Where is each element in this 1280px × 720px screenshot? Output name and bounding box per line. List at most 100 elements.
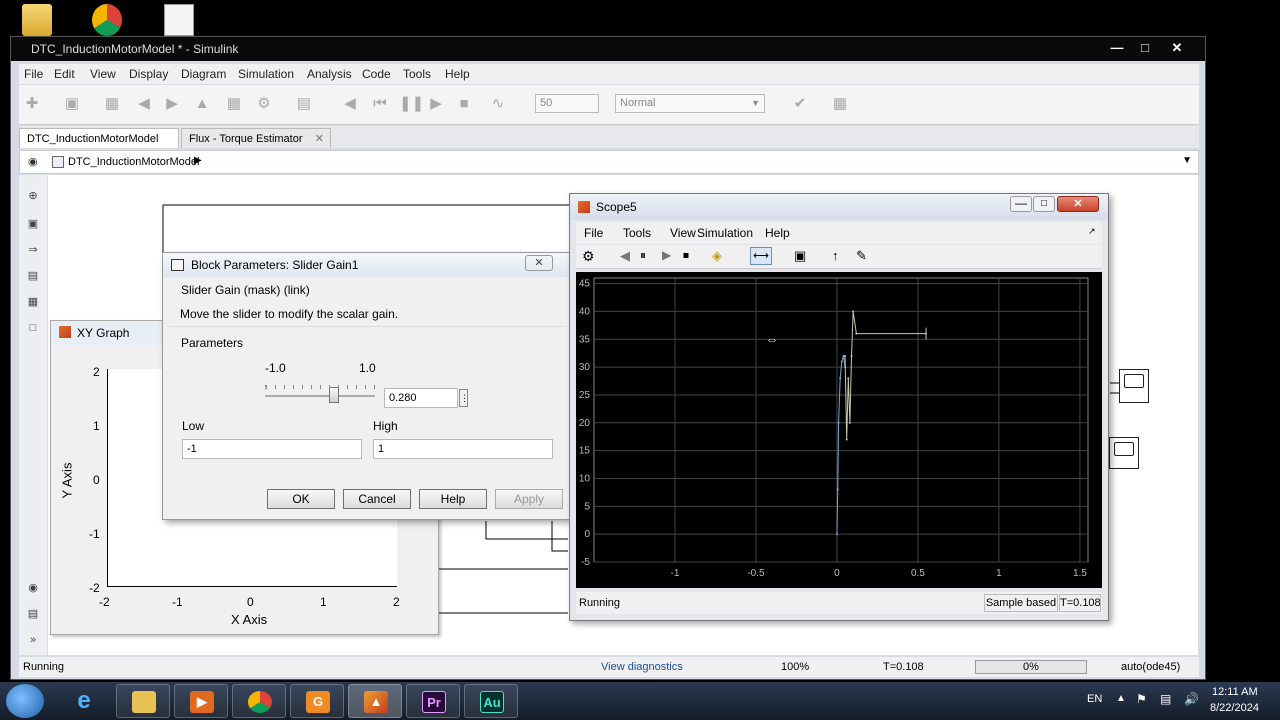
breadcrumb-label[interactable]: DTC_InductionMotorModel xyxy=(68,156,199,168)
save-icon[interactable]: ▦ xyxy=(103,95,121,113)
more-options-icon[interactable]: ⋮ xyxy=(459,389,469,407)
close-tab-icon[interactable]: ✕ xyxy=(315,129,324,149)
scope-menu-view[interactable]: View xyxy=(670,226,696,240)
desktop-chrome-icon[interactable] xyxy=(92,4,122,36)
menu-edit[interactable]: Edit xyxy=(54,67,75,81)
undock-icon[interactable]: ↗ xyxy=(1088,226,1096,237)
expand-icon[interactable]: » xyxy=(25,633,41,647)
menu-tools[interactable]: Tools xyxy=(403,67,431,81)
up-arrow-icon[interactable]: ▲ xyxy=(193,95,211,113)
apply-button[interactable]: Apply xyxy=(495,489,563,509)
stop-time-input[interactable]: 50 xyxy=(535,94,599,113)
image-icon[interactable]: ▦ xyxy=(25,295,41,309)
desktop-folder-icon[interactable] xyxy=(22,4,52,36)
simulation-mode-select[interactable]: Normal ▼ xyxy=(615,94,765,113)
tab-dtc-model[interactable]: DTC_InductionMotorModel xyxy=(19,128,179,148)
view-diagnostics-link[interactable]: View diagnostics xyxy=(601,657,683,677)
build-icon[interactable]: ▦ xyxy=(831,95,849,113)
gear-icon[interactable]: ⚙ xyxy=(255,95,273,113)
new-model-icon[interactable]: ✚ xyxy=(23,95,41,113)
scope-menu-tools[interactable]: Tools xyxy=(623,226,651,240)
scope-block[interactable] xyxy=(1119,369,1149,403)
taskbar-premiere[interactable]: Pr xyxy=(406,684,460,718)
step-back-2-icon[interactable]: ⏮ xyxy=(371,95,389,113)
clock-time[interactable]: 12:11 AM xyxy=(1212,686,1258,698)
menu-diagram[interactable]: Diagram xyxy=(181,67,226,81)
annotation-icon[interactable]: ▤ xyxy=(25,269,41,283)
close-button[interactable]: ✕ xyxy=(1163,39,1191,57)
menu-help[interactable]: Help xyxy=(445,67,470,81)
close-icon[interactable]: ✕ xyxy=(525,255,553,271)
high-input[interactable]: 1 xyxy=(373,439,553,459)
start-button[interactable] xyxy=(6,684,44,718)
pause-icon[interactable]: ❚❚ xyxy=(399,95,424,113)
show-hidden-icons-icon[interactable]: ▲ xyxy=(1116,693,1126,704)
scope-maximize-button[interactable]: □ xyxy=(1033,196,1055,212)
stop-icon[interactable]: ⏹ xyxy=(683,248,689,263)
taskbar-matlab[interactable]: ▲ xyxy=(348,684,402,718)
scope-plot[interactable]: -1 -0.5 0 0.5 1 1.5 45 40 35 30 25 20 15 10 5 0 -5 ⇔ xyxy=(576,272,1102,588)
desktop-audio-file-icon[interactable] xyxy=(164,4,194,36)
arrows-icon[interactable]: ⇒ xyxy=(25,243,41,257)
cursor-measurements-icon[interactable]: ✎ xyxy=(856,248,867,264)
action-center-icon[interactable]: ⚑ xyxy=(1136,692,1147,706)
model-advisor-icon[interactable]: ✔ xyxy=(791,95,809,113)
menu-file[interactable]: File xyxy=(24,67,43,81)
scope-menu-help[interactable]: Help xyxy=(765,226,790,240)
taskbar-explorer[interactable] xyxy=(116,684,170,718)
gain-slider[interactable] xyxy=(265,383,375,403)
menu-view[interactable]: View xyxy=(90,67,116,81)
ok-button[interactable]: OK xyxy=(267,489,335,509)
taskbar-audition[interactable]: Au xyxy=(464,684,518,718)
slider-thumb[interactable] xyxy=(329,387,339,403)
highlight-icon[interactable]: ◈ xyxy=(712,248,722,264)
slider-value-input[interactable]: 0.280 xyxy=(384,388,458,408)
data-inspector-icon[interactable]: ∿ xyxy=(489,95,507,113)
low-input[interactable]: -1 xyxy=(182,439,362,459)
back-arrow-icon[interactable]: ◀ xyxy=(135,95,153,113)
step-forward-icon[interactable]: ▶ xyxy=(662,248,671,262)
language-indicator[interactable]: EN xyxy=(1087,693,1102,705)
cancel-button[interactable]: Cancel xyxy=(343,489,411,509)
network-icon[interactable]: ▤ xyxy=(1160,692,1171,706)
step-back-icon[interactable]: ◀ xyxy=(341,95,359,113)
ie-icon[interactable]: e xyxy=(70,688,98,714)
area-icon[interactable]: □ xyxy=(25,321,41,335)
zoom-icon[interactable]: ⊕ xyxy=(25,189,41,203)
clock-date[interactable]: 8/22/2024 xyxy=(1210,702,1259,714)
display-block[interactable] xyxy=(1109,437,1139,469)
pause-icon[interactable]: ⏸ xyxy=(640,248,646,263)
solver-name[interactable]: auto(ode45) xyxy=(1121,657,1180,677)
minimize-button[interactable]: — xyxy=(1103,39,1131,57)
model-explorer-icon[interactable]: ▤ xyxy=(295,95,313,113)
stop-icon[interactable]: ■ xyxy=(455,95,473,113)
menu-code[interactable]: Code xyxy=(362,67,391,81)
open-folder-icon[interactable]: ▣ xyxy=(63,95,81,113)
scope-close-button[interactable]: ✕ xyxy=(1057,196,1099,212)
taskbar-pdf-reader[interactable]: G xyxy=(290,684,344,718)
help-button[interactable]: Help xyxy=(419,489,487,509)
hide-explorer-icon[interactable]: ◉ xyxy=(28,155,38,168)
scope-menu-simulation[interactable]: Simulation xyxy=(697,226,753,240)
step-back-icon[interactable]: ◀ xyxy=(620,248,630,264)
chevron-down-icon[interactable]: ▼ xyxy=(1182,155,1192,166)
menu-simulation[interactable]: Simulation xyxy=(238,67,294,81)
taskbar-media-player[interactable]: ▶ xyxy=(174,684,228,718)
autoscale-icon[interactable]: ▣ xyxy=(794,248,806,264)
tab-flux-torque[interactable]: Flux - Torque Estimator ✕ xyxy=(181,128,331,148)
maximize-button[interactable]: □ xyxy=(1131,39,1159,57)
model-browser-icon[interactable]: ▤ xyxy=(25,607,41,621)
menu-analysis[interactable]: Analysis xyxy=(307,67,352,81)
step-forward-icon[interactable]: ▶ xyxy=(427,95,445,113)
library-browser-icon[interactable]: ▦ xyxy=(225,95,243,113)
menu-display[interactable]: Display xyxy=(129,67,168,81)
forward-arrow-icon[interactable]: ▶ xyxy=(163,95,181,113)
fit-view-icon[interactable]: ▣ xyxy=(25,217,41,231)
volume-icon[interactable]: 🔊 xyxy=(1184,692,1199,706)
zoom-in-icon[interactable]: ⟷ xyxy=(750,247,772,265)
triggers-icon[interactable]: ↑ xyxy=(832,248,839,263)
taskbar-chrome[interactable] xyxy=(232,684,286,718)
scope-minimize-button[interactable]: — xyxy=(1010,196,1032,212)
scope-menu-file[interactable]: File xyxy=(584,226,603,240)
camera-icon[interactable]: ◉ xyxy=(25,581,41,595)
